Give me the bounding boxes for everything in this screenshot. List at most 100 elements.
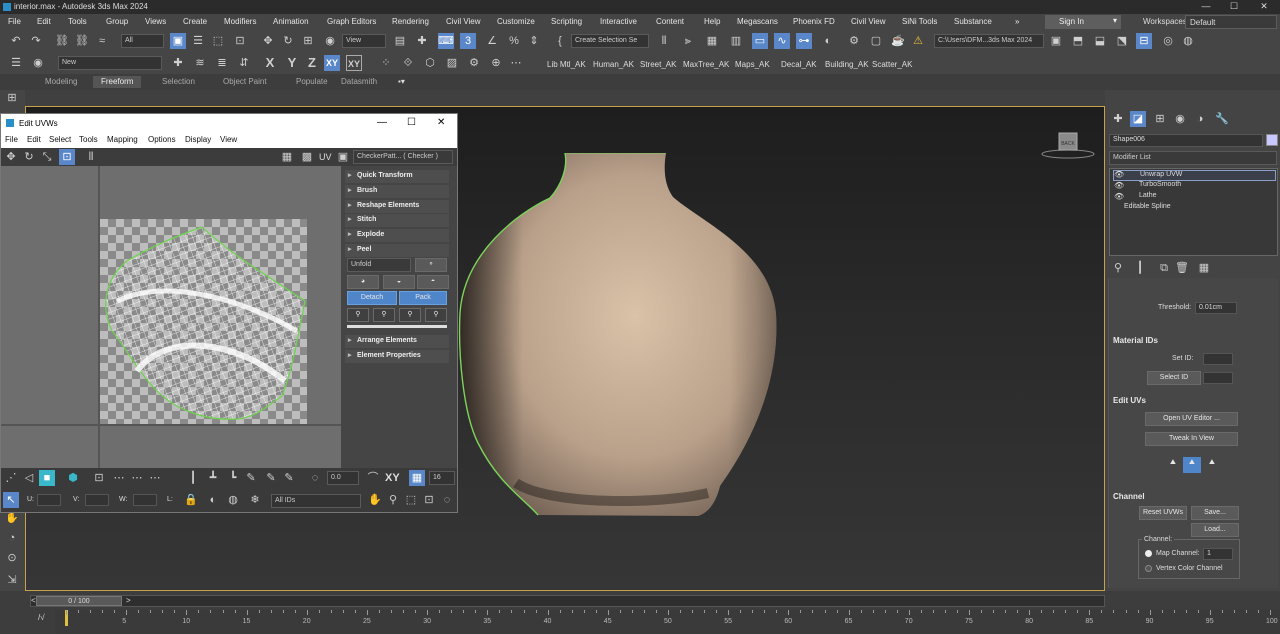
hide-icon[interactable]: ◐	[205, 492, 221, 508]
ak-tool-maps[interactable]: Maps_AK	[735, 60, 770, 69]
layout-icon[interactable]: ⬔	[1114, 33, 1130, 49]
uv-close-button[interactable]: ✕	[437, 117, 445, 128]
menu-graph-editors[interactable]: Graph Editors	[327, 17, 376, 26]
add-layer-icon[interactable]: ✚	[170, 55, 186, 71]
mirror-icon[interactable]: ⫴	[656, 33, 672, 49]
toggle-scene-explorer-icon[interactable]: ▦	[704, 33, 720, 49]
menu-customize[interactable]: Customize	[497, 17, 535, 26]
select-id-button[interactable]: Select ID	[1147, 371, 1201, 385]
modifier-editable-spline[interactable]: Editable Spline	[1113, 203, 1276, 214]
uv-maximize-button[interactable]: ☐	[407, 117, 416, 128]
uv-menu-view[interactable]: View	[220, 135, 237, 144]
configure-sets-icon[interactable]: ▦	[1196, 260, 1212, 276]
uv-relax-icon[interactable]: ✎	[263, 470, 279, 486]
object-color-swatch[interactable]	[1266, 134, 1278, 146]
rollout-quick-transform[interactable]: Quick Transform	[345, 170, 449, 183]
uv-falloff-input[interactable]: 0.0	[327, 471, 359, 485]
reference-coordinate-dropdown[interactable]: View	[342, 34, 386, 48]
material-editor-icon[interactable]: ◐	[820, 33, 836, 49]
ribbon-tab-populate[interactable]: Populate	[296, 77, 328, 86]
snap-face-icon[interactable]: ⬡	[422, 55, 438, 71]
viewport-config-icon[interactable]: ⊟	[1136, 33, 1152, 49]
uv-menu-tools[interactable]: Tools	[79, 135, 98, 144]
move-icon[interactable]: ✥	[260, 33, 276, 49]
layer-explorer-icon[interactable]: ▥	[728, 33, 744, 49]
place-icon[interactable]: ◉	[322, 33, 338, 49]
unpin-icon[interactable]: ⚲	[373, 308, 395, 322]
uv-rotate-icon[interactable]: ↻	[21, 149, 37, 165]
layer-manager-icon[interactable]: ☰	[8, 55, 24, 71]
reset-uvws-button[interactable]: Reset UVWs	[1139, 506, 1187, 520]
set-id-input[interactable]	[1203, 353, 1233, 365]
align-icon[interactable]: ⫸	[680, 33, 696, 49]
zoom-icon[interactable]: ⇲	[4, 572, 20, 588]
uv-align-vertical-icon[interactable]: ┃	[185, 470, 201, 486]
create-tab-icon[interactable]: ✚	[1110, 111, 1126, 127]
spinner-snap-icon[interactable]: ⇕	[526, 33, 542, 49]
uv-select-tool-icon[interactable]: ↖	[3, 492, 19, 508]
selection-filter-dropdown[interactable]: All	[121, 34, 164, 48]
uv-select-mode-icon[interactable]: ⊡	[91, 470, 107, 486]
time-slider-track[interactable]	[30, 595, 1105, 607]
close-button[interactable]: ✕	[1254, 1, 1274, 12]
ribbon-options-icon[interactable]: ▪▾	[398, 77, 405, 86]
uv-menu-edit[interactable]: Edit	[27, 135, 41, 144]
unpin-all-icon[interactable]: ⚲	[425, 308, 447, 322]
uv-menu-display[interactable]: Display	[185, 135, 211, 144]
percent-snap-icon[interactable]: %	[506, 33, 522, 49]
snap-pivot-icon[interactable]: ⊕	[488, 55, 504, 71]
pin-stack-icon[interactable]: ⚲	[1110, 260, 1126, 276]
render-setup-icon[interactable]: ⚙	[846, 33, 862, 49]
open-uv-editor-button[interactable]: Open UV Editor ...	[1145, 412, 1238, 426]
menu-scripting[interactable]: Scripting	[551, 17, 582, 26]
load-button[interactable]: Load...	[1191, 523, 1239, 537]
menu-create[interactable]: Create	[183, 17, 207, 26]
modifier-unwrap-uvw[interactable]: Unwrap UVW	[1113, 170, 1276, 181]
menu-file[interactable]: File	[8, 17, 21, 26]
ak-tool-lib-mtl[interactable]: Lib Mtl_AK	[547, 60, 586, 69]
sign-in-button[interactable]: Sign In ▾	[1045, 15, 1121, 29]
pin-icon[interactable]: ⚲	[347, 308, 369, 322]
detach-button[interactable]: Detach	[347, 291, 397, 305]
ribbon-tab-object-paint[interactable]: Object Paint	[223, 77, 267, 86]
v-input[interactable]	[85, 494, 109, 506]
redo-icon[interactable]: ↷	[28, 33, 44, 49]
layer-visibility-icon[interactable]: ◉	[30, 55, 46, 71]
threshold-input[interactable]: 0.01cm	[1195, 302, 1237, 314]
uv-smooth-icon[interactable]: ✎	[281, 470, 297, 486]
uv-falloff-curve-icon[interactable]: ⌒	[365, 470, 381, 486]
map-channel-input[interactable]: 1	[1203, 548, 1233, 560]
menu-sini-tools[interactable]: SiNi Tools	[902, 17, 937, 26]
ribbon-tab-selection[interactable]: Selection	[162, 77, 195, 86]
save-button[interactable]: Save...	[1191, 506, 1239, 520]
make-unique-icon[interactable]: ⧉	[1156, 260, 1172, 276]
snap-gear-icon[interactable]: ⚙	[466, 55, 482, 71]
u-input[interactable]	[37, 494, 61, 506]
uv-checker-dropdown[interactable]: CheckerPatt... ( Checker )	[353, 150, 453, 164]
select-object-icon[interactable]: ▣	[170, 33, 186, 49]
uv-grow-icon[interactable]: ⋯	[147, 470, 163, 486]
layer-merge-icon[interactable]: ≣	[214, 55, 230, 71]
uv-move-icon[interactable]: ✥	[3, 149, 19, 165]
ak-tool-human[interactable]: Human_AK	[593, 60, 634, 69]
select-manipulate-icon[interactable]: ✚	[414, 33, 430, 49]
menu-phoenix-fd[interactable]: Phoenix FD	[793, 17, 835, 26]
arnold-icon[interactable]: ◎	[1160, 33, 1176, 49]
rendered-frame-icon[interactable]: ▢	[868, 33, 884, 49]
tweak-edge-icon[interactable]: ⛰	[1183, 457, 1201, 473]
uv-menu-options[interactable]: Options	[148, 135, 176, 144]
menu-tools[interactable]: Tools	[68, 17, 87, 26]
orbit-icon[interactable]: ◔	[4, 530, 20, 546]
remove-modifier-icon[interactable]: 🗑	[1174, 260, 1190, 276]
menu-views[interactable]: Views	[145, 17, 166, 26]
rollout-explode[interactable]: Explode	[345, 229, 449, 242]
keyboard-shortcut-icon[interactable]: ⌨	[438, 33, 454, 49]
workspaces-dropdown[interactable]: Default	[1185, 15, 1277, 29]
link-icon[interactable]: ⛓	[54, 33, 70, 49]
slider-next-icon[interactable]: >	[126, 596, 131, 605]
rotate-icon[interactable]: ↻	[280, 33, 296, 49]
eye-icon[interactable]: 👁	[1114, 181, 1124, 190]
eye-icon[interactable]: 👁	[1114, 170, 1124, 179]
peel-pelt-icon[interactable]: ◓	[417, 275, 449, 289]
snap-edge-icon[interactable]: ⟐	[400, 55, 416, 71]
